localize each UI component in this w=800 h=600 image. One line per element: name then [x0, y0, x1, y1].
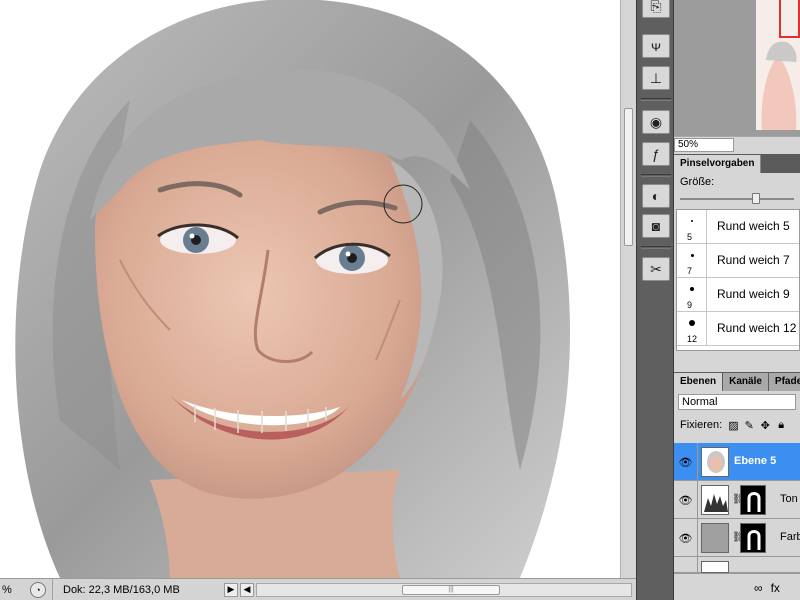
status-menu-arrow-icon[interactable]: ▶	[224, 582, 238, 597]
link-layers-icon[interactable]: ∞	[754, 581, 763, 595]
blend-mode-select[interactable]: Normal	[678, 394, 796, 410]
status-info-icon[interactable]: ◔	[30, 581, 46, 598]
right-panels: 50% Pinselvorgaben Größe: 5 Rund weich 5	[674, 0, 800, 600]
brush-item[interactable]: 12 Rund weich 12	[677, 312, 799, 346]
lock-position-icon[interactable]: ✥	[760, 419, 770, 432]
layer-name[interactable]: Farb	[780, 531, 800, 543]
brush-swatch: 5	[677, 210, 707, 244]
brush-name: Rund weich 5	[717, 219, 790, 233]
vertical-scrollbar[interactable]	[620, 0, 636, 578]
slider-track	[680, 198, 794, 200]
horizontal-scrollbar[interactable]: |||	[256, 582, 632, 597]
brush-size: 7	[687, 266, 693, 276]
eye-icon[interactable]: 👁︎	[674, 481, 698, 519]
brush-size: 9	[687, 300, 693, 310]
eye-icon[interactable]: 👁︎	[674, 519, 698, 557]
navigator-zoom-input[interactable]: 50%	[674, 137, 734, 152]
brush-size: 12	[687, 334, 698, 344]
navigator-zoom-bar: 50%	[674, 136, 800, 152]
fx-button[interactable]: fx	[771, 581, 780, 595]
lock-all-icon[interactable]: 🔒︎	[776, 419, 786, 432]
layers-footer: ∞ fx	[674, 573, 800, 600]
status-bar: % ◔ Dok: 22,3 MB/163,0 MB ▶ ◀ |||	[0, 578, 636, 600]
tools-icon[interactable]: ✂	[642, 257, 670, 281]
brush-dot	[691, 254, 694, 257]
blend-mode-row: Normal	[674, 391, 800, 413]
eye-icon[interactable]	[674, 557, 698, 573]
adjustment-thumbnail	[701, 485, 729, 515]
slider-knob[interactable]	[752, 193, 760, 204]
document-canvas[interactable]	[0, 0, 620, 578]
layer-mask[interactable]	[740, 485, 766, 515]
brush-size: 5	[687, 232, 693, 242]
brush-item[interactable]: 7 Rund weich 7	[677, 244, 799, 278]
size-label: Größe:	[680, 176, 715, 188]
navigator-panel	[674, 0, 800, 136]
layer-thumbnail	[701, 447, 729, 477]
tab-paths[interactable]: Pfade	[768, 373, 800, 391]
lock-transparency-icon[interactable]: ▨	[728, 419, 738, 432]
brush-item[interactable]: 5 Rund weich 5	[677, 210, 799, 244]
brush-name: Rund weich 9	[717, 287, 790, 301]
layer-row[interactable]: 👁︎ ⛓ Ton	[674, 481, 800, 519]
layer-name[interactable]: Ton	[780, 493, 798, 505]
brush-swatch: 7	[677, 244, 707, 278]
actions-icon[interactable]: ᴪ	[642, 34, 670, 58]
eye-icon[interactable]: 👁︎	[674, 443, 698, 481]
tab-channels[interactable]: Kanäle	[723, 373, 769, 391]
portrait-image	[0, 0, 620, 578]
brush-swatch: 12	[677, 312, 707, 346]
lock-pixels-icon[interactable]: ✎	[744, 419, 754, 432]
panel-icon-strip: ⎘ ᴪ ⊥ ◉ ƒ ◐ ◙ ✂	[636, 0, 674, 600]
lock-row: Fixieren: ▨ ✎ ✥ 🔒︎	[674, 413, 800, 437]
tab-brush-presets[interactable]: Pinselvorgaben	[674, 155, 762, 173]
horizontal-scroll-thumb[interactable]: |||	[402, 584, 500, 595]
brush-swatch: 9	[677, 278, 707, 312]
brush-list[interactable]: 5 Rund weich 5 7 Rund weich 7 9 Rund wei…	[676, 209, 800, 351]
brush-dot	[690, 287, 694, 291]
layer-row[interactable]	[674, 557, 800, 573]
layer-name[interactable]: Ebene 5	[734, 455, 776, 467]
layers-panel: Ebenen Kanäle Pfade Normal Fixieren: ▨ ✎…	[674, 372, 800, 600]
history-icon[interactable]: ⎘	[642, 0, 670, 18]
fill-thumbnail	[701, 523, 729, 553]
brush-dot	[689, 320, 695, 326]
brush-name: Rund weich 7	[717, 253, 790, 267]
adjustments-icon[interactable]: ◐	[642, 184, 670, 208]
layer-thumbnail	[701, 561, 729, 573]
brush-name: Rund weich 12	[717, 321, 797, 335]
layers-tab-row: Ebenen Kanäle Pfade	[674, 373, 800, 391]
layer-row[interactable]: 👁︎ ⛓ Farb	[674, 519, 800, 557]
zoom-level[interactable]: %	[0, 584, 24, 596]
brush-tab-row: Pinselvorgaben	[674, 155, 800, 173]
brush-presets-panel: Pinselvorgaben Größe: 5 Rund weich 5 7 R…	[674, 154, 800, 352]
separator	[641, 174, 671, 177]
fx-icon[interactable]: ƒ	[642, 142, 670, 166]
lock-label: Fixieren:	[680, 419, 723, 431]
scroll-left-arrow-icon[interactable]: ◀	[240, 582, 254, 597]
separator	[641, 98, 671, 101]
layer-mask[interactable]	[740, 523, 766, 553]
navigator-view-box[interactable]	[779, 0, 800, 38]
clone-source-icon[interactable]: ⊥	[642, 66, 670, 90]
photoshop-window: % ◔ Dok: 22,3 MB/163,0 MB ▶ ◀ ||| ⎘ ᴪ ⊥ …	[0, 0, 800, 600]
styles-icon[interactable]: ◉	[642, 110, 670, 134]
brush-dot	[691, 220, 693, 222]
tab-layers[interactable]: Ebenen	[674, 373, 724, 391]
separator	[641, 246, 671, 249]
brush-item[interactable]: 9 Rund weich 9	[677, 278, 799, 312]
size-slider[interactable]	[680, 193, 794, 205]
document-size: Dok: 22,3 MB/163,0 MB	[52, 579, 224, 600]
vertical-scroll-thumb[interactable]	[624, 108, 633, 246]
layer-list: 👁︎ Ebene 5 👁︎ ⛓ Ton 👁︎ ⛓ Farb	[674, 443, 800, 573]
layer-row[interactable]: 👁︎ Ebene 5	[674, 443, 800, 481]
masks-icon[interactable]: ◙	[642, 214, 670, 238]
